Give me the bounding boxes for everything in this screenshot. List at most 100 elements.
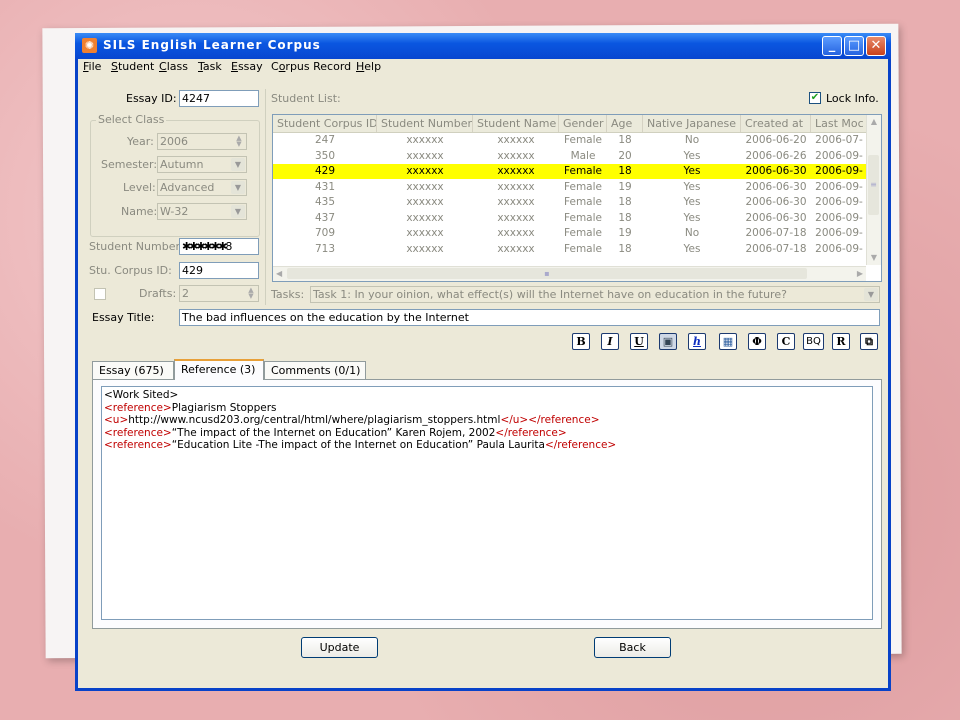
title-bar[interactable]: ✺ SILS English Learner Corpus _ □ ✕ — [75, 33, 891, 59]
spinner-arrows-icon[interactable]: ▲ ▼ — [245, 287, 257, 300]
minimize-icon[interactable]: _ — [822, 36, 842, 56]
column-header[interactable]: Student Name — [473, 115, 559, 132]
drafts-checkbox[interactable] — [94, 288, 106, 300]
menu-class[interactable]: Class — [159, 60, 188, 73]
maximize-icon[interactable]: □ — [844, 36, 864, 56]
menu-student[interactable]: Student — [111, 60, 154, 73]
reference-text: “The impact of the Internet on Education… — [171, 426, 496, 439]
column-header[interactable]: Age — [607, 115, 643, 132]
column-header[interactable]: Created at — [741, 115, 811, 132]
reference-editor[interactable]: <Work Sited> <reference>Plagiarism Stopp… — [101, 386, 873, 620]
table-cell: xxxxxx — [406, 242, 444, 255]
semester-value: Autumn — [160, 158, 204, 171]
spinner-arrows-icon[interactable]: ▲ ▼ — [233, 135, 245, 148]
column-header[interactable]: Gender — [559, 115, 607, 132]
tab-comments[interactable]: Comments (0/1) — [264, 361, 366, 379]
column-header[interactable]: Student Number — [377, 115, 473, 132]
stu-corpus-id-field[interactable]: 429 — [179, 262, 259, 279]
table-cell: 18 — [618, 196, 632, 208]
scroll-left-icon[interactable]: ◀ — [276, 267, 282, 281]
semester-label: Semester: — [101, 158, 158, 171]
app-window: ✺ SILS English Learner Corpus _ □ ✕ File… — [75, 33, 891, 691]
table-row[interactable]: 709 xxxxxx xxxxxx Female 19 No 2006-07-18 2006-… — [273, 226, 866, 241]
chevron-down-icon[interactable]: ▼ — [231, 205, 245, 218]
table-row[interactable]: 350 xxxxxx xxxxxx Male 20 Yes 2006-06-26 2006-0… — [273, 149, 866, 164]
menu-task[interactable]: Task — [198, 60, 222, 73]
scroll-down-icon[interactable]: ▼ — [867, 251, 881, 265]
divider — [265, 89, 266, 305]
update-button[interactable]: Update — [301, 637, 378, 658]
level-value: Advanced — [160, 181, 215, 194]
essay-id-field[interactable]: 4247 — [179, 90, 259, 107]
menu-corpus-record[interactable]: Corpus Record — [271, 60, 351, 73]
closing-tag: </reference> — [495, 426, 567, 439]
table-row[interactable]: 429 xxxxxx xxxxxx Female 18 Yes 2006-06-30 2006… — [273, 164, 866, 179]
table-cell: Yes — [683, 165, 701, 177]
table-cell: xxxxxx — [497, 242, 535, 255]
image-icon[interactable]: ▣ — [659, 333, 677, 350]
table-row[interactable]: 713 xxxxxx xxxxxx Female 18 Yes 2006-07-18 2006… — [273, 242, 866, 257]
editor-line: <reference>“The impact of the Internet o… — [104, 427, 870, 440]
scroll-up-icon[interactable]: ▲ — [867, 115, 881, 129]
student-list-table[interactable]: Student Corpus ID Student Number Student… — [272, 114, 882, 282]
column-header[interactable]: Native Japanese — [643, 115, 741, 132]
frame-icon[interactable]: ⧉ — [860, 333, 878, 350]
menu-file[interactable]: File — [83, 60, 101, 73]
table-cell: 18 — [618, 211, 632, 224]
table-cell: 2006-09- — [815, 149, 863, 162]
menu-help[interactable]: Help — [356, 60, 381, 73]
scroll-right-icon[interactable]: ▶ — [857, 267, 863, 281]
drafts-spinner[interactable]: 2 ▲ ▼ — [179, 285, 259, 302]
r-button[interactable]: R — [832, 333, 850, 350]
close-icon[interactable]: ✕ — [866, 36, 886, 56]
column-header[interactable]: Student Corpus ID — [273, 115, 377, 132]
class-name-select[interactable]: W-32 ▼ — [157, 203, 247, 220]
horizontal-scrollbar[interactable]: ◀ ▪ ▶ — [273, 266, 866, 281]
vertical-scrollbar[interactable]: ▲ ≡ ▼ — [866, 115, 881, 265]
table-cell: xxxxxx — [406, 227, 444, 239]
year-spinner[interactable]: 2006 ▲ ▼ — [157, 133, 247, 150]
table-row[interactable]: 247 xxxxxx xxxxxx Female 18 No 2006-06-20 2006-… — [273, 133, 866, 148]
essay-title-field[interactable]: The bad influences on the education by t… — [179, 309, 880, 326]
level-label: Level: — [123, 181, 156, 194]
table-cell: Yes — [683, 211, 701, 224]
tab-reference[interactable]: Reference (3) — [174, 359, 264, 380]
chevron-down-icon[interactable]: ▼ — [231, 158, 245, 171]
c-button[interactable]: C — [777, 333, 795, 350]
column-header[interactable]: Last Moc — [811, 115, 867, 132]
bold-button[interactable]: B — [572, 333, 590, 350]
semester-select[interactable]: Autumn ▼ — [157, 156, 247, 173]
table-row[interactable]: 431 xxxxxx xxxxxx Female 19 Yes 2006-06-30 2006… — [273, 180, 866, 195]
underline-button[interactable]: U — [630, 333, 648, 350]
chevron-down-icon[interactable]: ▼ — [231, 181, 245, 194]
level-select[interactable]: Advanced ▼ — [157, 179, 247, 196]
hscroll-thumb[interactable]: ▪ — [287, 268, 807, 279]
menu-essay[interactable]: Essay — [231, 60, 263, 73]
reference-tag: <reference> — [104, 426, 172, 439]
lock-info-checkbox[interactable]: ✔ — [809, 92, 821, 104]
reference-text: “Education Lite -The impact of the Inter… — [171, 439, 545, 452]
table-cell: Female — [564, 134, 602, 146]
table-row[interactable]: 437 xxxxxx xxxxxx Female 18 Yes 2006-06-30 2006… — [273, 211, 866, 226]
table-header: Student Corpus ID Student Number Student… — [273, 115, 881, 133]
blockquote-button[interactable]: BQ — [803, 333, 824, 350]
tab-essay[interactable]: Essay (675) — [92, 361, 174, 379]
back-button[interactable]: Back — [594, 637, 671, 658]
hyperlink-button[interactable]: h — [688, 333, 706, 350]
scroll-thumb[interactable]: ≡ — [868, 155, 879, 215]
italic-button[interactable]: I — [601, 333, 619, 350]
table-cell: 350 — [314, 149, 336, 162]
phi-button[interactable]: Φ — [748, 333, 766, 350]
chevron-down-icon[interactable]: ▼ — [864, 288, 878, 301]
reference-tag: <reference> — [104, 439, 172, 452]
task-select[interactable]: Task 1: In your oinion, what effect(s) w… — [310, 286, 880, 303]
table-cell: 2006-06-20 — [745, 134, 807, 146]
student-number-field[interactable]: ✱✱✱✱✱✱8 — [179, 238, 259, 255]
window-title: SILS English Learner Corpus — [103, 38, 321, 52]
table-row[interactable]: 435 xxxxxx xxxxxx Female 18 Yes 2006-06-30 2006… — [273, 195, 866, 210]
table-cell: 2006-07- — [815, 134, 863, 146]
table-cell: 18 — [618, 165, 632, 177]
table-cell: 2006-07-18 — [745, 227, 807, 239]
table-icon[interactable]: ▦ — [719, 333, 737, 350]
closing-tag: </u></reference> — [500, 414, 600, 427]
